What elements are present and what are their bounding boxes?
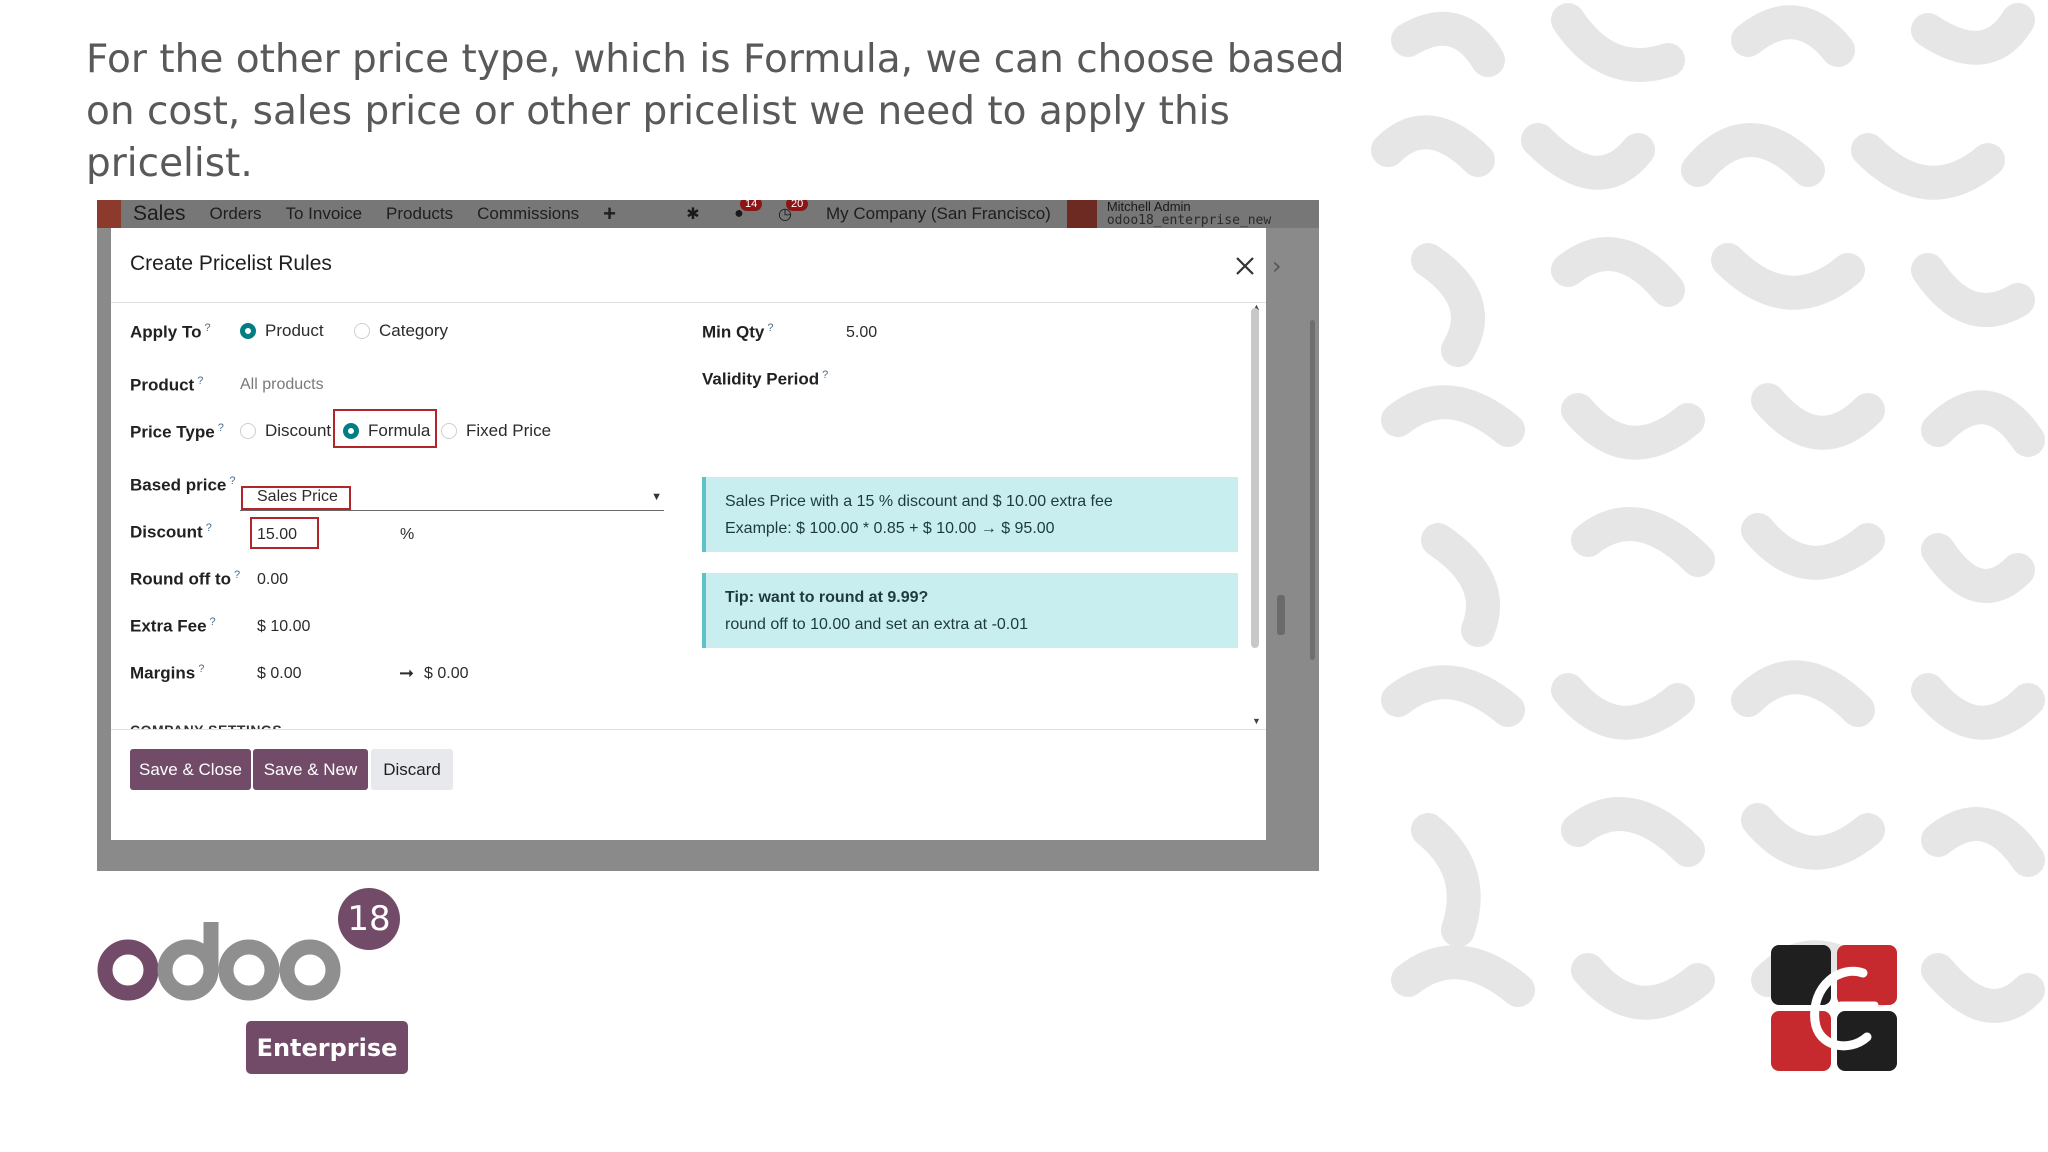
extra-fee-label: Extra Fee?: [130, 616, 216, 636]
create-pricelist-rules-dialog: Create Pricelist Rules ▲ ▼ Apply To? Pro…: [111, 228, 1266, 840]
top-navbar: Sales Orders To Invoice Products Commiss…: [97, 200, 1319, 228]
extra-fee-input[interactable]: $ 10.00: [257, 618, 310, 636]
radio-label: Fixed Price: [466, 421, 552, 440]
messages-badge: 14: [740, 200, 763, 211]
messages-icon[interactable]: ● 14: [728, 200, 763, 225]
avatar[interactable]: [1066, 200, 1097, 228]
company-switcher[interactable]: My Company (San Francisco): [826, 204, 1051, 224]
brand-logo: [1771, 945, 1897, 1071]
menu-products[interactable]: Products: [386, 204, 453, 224]
app-name[interactable]: Sales: [133, 202, 186, 226]
activity-clock-icon[interactable]: ◷ 20: [774, 200, 809, 225]
rounding-tip-alert: Tip: want to round at 9.99? round off to…: [702, 573, 1238, 648]
radio-dot: [441, 423, 457, 439]
product-input[interactable]: All products: [240, 376, 324, 394]
dialog-footer: Save & Close Save & New Discard: [111, 730, 1266, 840]
user-name: Mitchell Admin: [1106, 200, 1191, 214]
radio-dot: [343, 423, 359, 439]
round-off-input[interactable]: 0.00: [257, 571, 288, 589]
discount-input[interactable]: 15.00: [257, 526, 297, 544]
app-icon[interactable]: [97, 200, 121, 228]
margins-min-input[interactable]: $ 0.00: [257, 665, 301, 683]
dialog-body: ▲ ▼ Apply To? Product Category Product? …: [111, 304, 1266, 730]
radio-label: Product: [265, 321, 324, 340]
scroll-down-icon[interactable]: ▼: [1252, 716, 1261, 726]
dialog-title: Create Pricelist Rules: [130, 252, 332, 275]
radio-label: Category: [379, 321, 448, 340]
radio-dot: [354, 323, 370, 339]
chevron-right-icon: ›: [1272, 252, 1282, 280]
database-name: odoo18_enterprise_new: [1106, 213, 1272, 228]
app-screenshot: Sales Orders To Invoice Products Commiss…: [97, 200, 1319, 871]
margins-max-input[interactable]: $ 0.00: [424, 665, 468, 683]
dialog-scrollbar[interactable]: [1251, 308, 1259, 648]
menu-to-invoice[interactable]: To Invoice: [286, 204, 363, 224]
menu-orders[interactable]: Orders: [210, 204, 262, 224]
tip-text: round off to 10.00 and set an extra at -…: [725, 616, 1029, 633]
discard-button[interactable]: Discard: [371, 749, 453, 790]
apply-to-category-radio[interactable]: Category: [354, 321, 448, 341]
arrow-right-icon: ➞: [399, 663, 415, 683]
radio-dot: [240, 423, 256, 439]
add-menu-icon[interactable]: +: [603, 201, 616, 227]
price-type-discount-radio[interactable]: Discount: [240, 421, 331, 441]
activities-badge: 20: [786, 200, 809, 211]
based-price-value: Sales Price: [257, 488, 338, 505]
save-close-button[interactable]: Save & Close: [130, 749, 251, 790]
tip-title: Tip: want to round at 9.99?: [725, 589, 929, 606]
discount-label: Discount?: [130, 522, 212, 542]
radio-label: Discount: [265, 421, 332, 440]
apply-to-product-radio[interactable]: Product: [240, 321, 324, 341]
validity-period-label: Validity Period?: [702, 369, 829, 389]
price-type-formula-radio[interactable]: Formula: [343, 421, 430, 441]
user-menu[interactable]: Mitchell Admin odoo18_enterprise_new: [1107, 200, 1271, 228]
formula-example-alert: Sales Price with a 15 % discount and $ 1…: [702, 477, 1238, 552]
decorative-pattern: [1371, 3, 2045, 1023]
save-new-button[interactable]: Save & New: [253, 749, 368, 790]
close-icon[interactable]: [1231, 252, 1259, 280]
version-badge: 18: [338, 888, 400, 950]
slide: For the other price type, which is Formu…: [0, 0, 2048, 1152]
radio-dot: [240, 323, 256, 339]
caret-down-icon: ▼: [651, 491, 662, 503]
formula-example-line1: Sales Price with a 15 % discount and $ 1…: [725, 493, 1113, 510]
margins-label: Margins?: [130, 663, 205, 683]
edition-badge: Enterprise: [246, 1021, 408, 1074]
formula-example-line2: Example: $ 100.00 * 0.85 + $ 10.00 → $ 9…: [725, 520, 1055, 537]
dialog-header: Create Pricelist Rules: [111, 228, 1266, 303]
product-label: Product?: [130, 375, 204, 395]
based-price-label: Based price?: [130, 475, 236, 495]
min-qty-input[interactable]: 5.00: [846, 324, 877, 342]
price-type-label: Price Type?: [130, 422, 224, 442]
slide-caption: For the other price type, which is Formu…: [86, 37, 1345, 186]
radio-label: Formula: [368, 421, 431, 440]
background-scrollbar: [1310, 320, 1315, 660]
discount-unit: %: [400, 526, 415, 543]
bug-icon[interactable]: ✱: [682, 203, 704, 225]
price-type-fixed-radio[interactable]: Fixed Price: [441, 421, 551, 441]
round-off-label: Round off to?: [130, 569, 241, 589]
company-settings-heading: COMPANY SETTINGS: [130, 722, 283, 730]
min-qty-label: Min Qty?: [702, 322, 774, 342]
menu-commissions[interactable]: Commissions: [477, 204, 579, 224]
apply-to-label: Apply To?: [130, 322, 211, 342]
background-handle: [1277, 595, 1285, 635]
